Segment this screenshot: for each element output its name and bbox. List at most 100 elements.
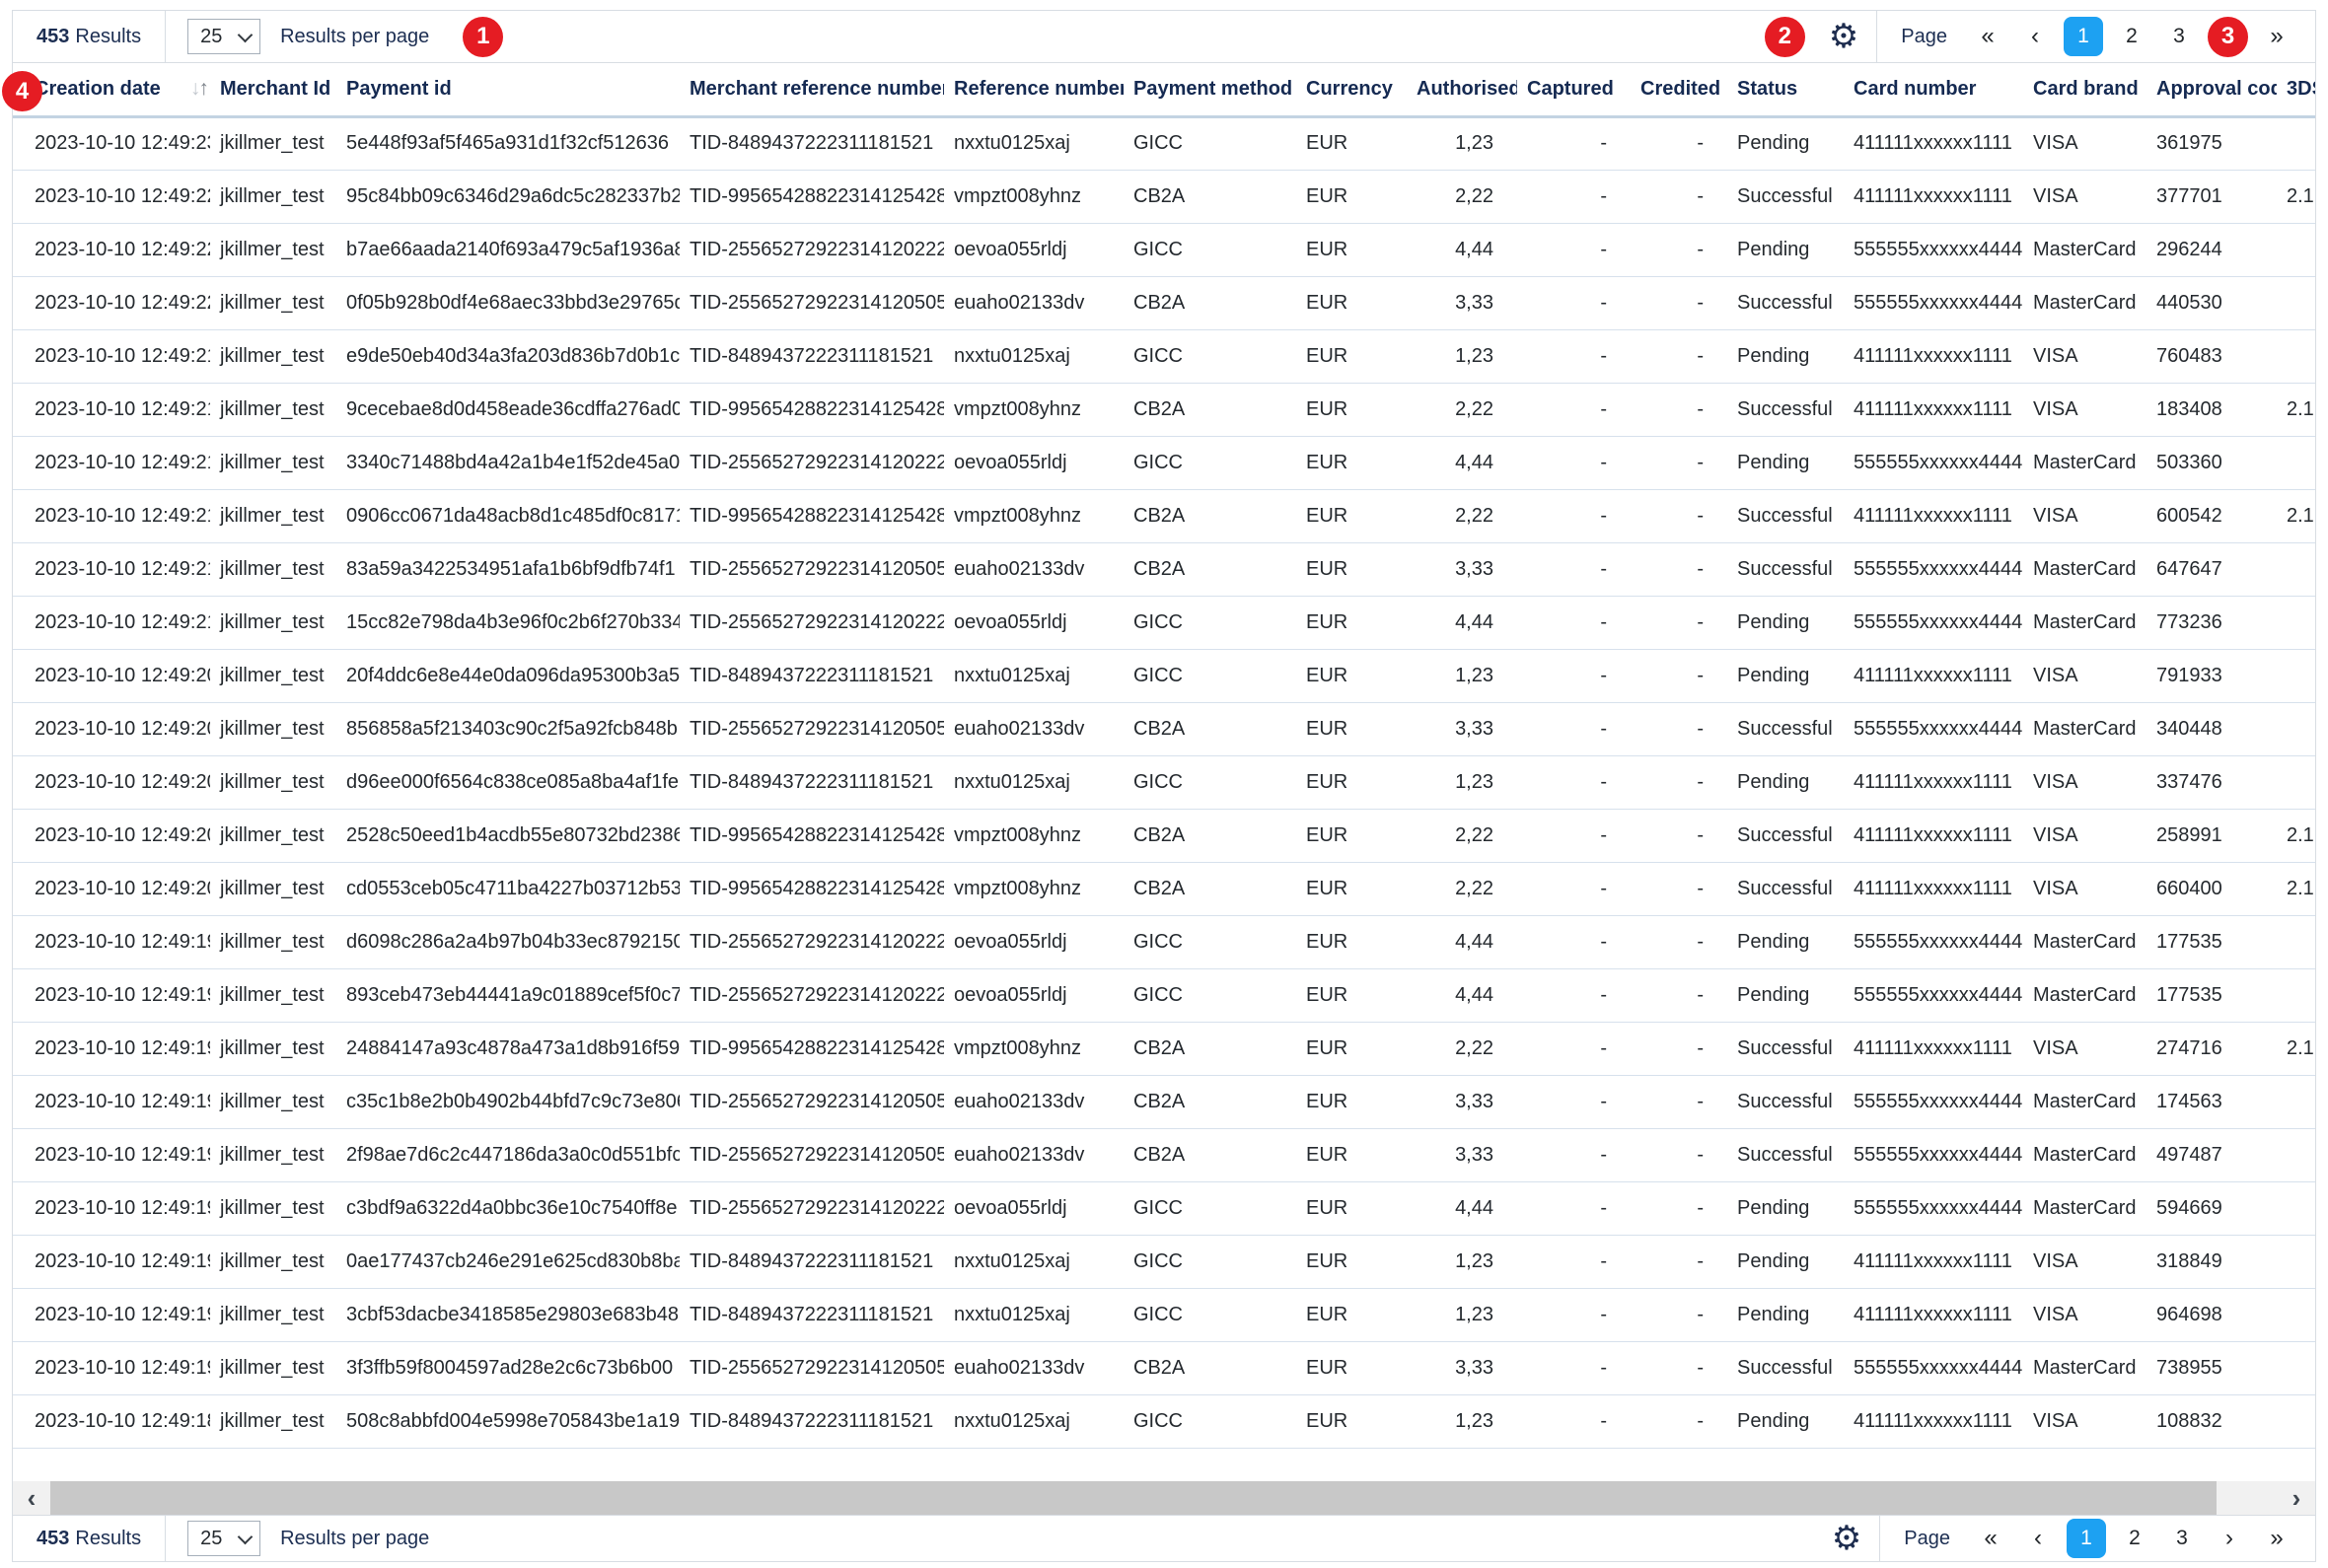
cell-card-brand: VISA bbox=[2023, 755, 2146, 809]
page-number-button-1[interactable]: 1 bbox=[2067, 1519, 2106, 1558]
cell-creation-date: 2023-10-10 12:49:21 bbox=[13, 436, 210, 489]
table-row[interactable]: 2023-10-10 12:49:21jkillmer_test9cecebae… bbox=[13, 383, 2315, 436]
page-number-button-1[interactable]: 1 bbox=[2064, 17, 2103, 56]
cell-payment-id: 5e448f93af5f465a931d1f32cf512636 bbox=[336, 116, 680, 170]
page-prev-button[interactable]: ‹ bbox=[2019, 1519, 2057, 1558]
table-row[interactable]: 2023-10-10 12:49:19jkillmer_test0ae17743… bbox=[13, 1235, 2315, 1288]
scrollbar-track[interactable] bbox=[2217, 1481, 2278, 1515]
cell-payment-method: GICC bbox=[1124, 116, 1296, 170]
cell-status: Successful bbox=[1727, 383, 1844, 436]
cell-card-brand: VISA bbox=[2023, 383, 2146, 436]
cell-reference-number: oevoa055rldj bbox=[944, 223, 1124, 276]
cell-authorised: 2,22 bbox=[1407, 489, 1517, 542]
cell-3ds bbox=[2277, 1235, 2315, 1288]
cell-payment-method: GICC bbox=[1124, 1288, 1296, 1341]
table-row[interactable]: 2023-10-10 12:49:21jkillmer_test15cc82e7… bbox=[13, 596, 2315, 649]
cell-currency: EUR bbox=[1296, 116, 1407, 170]
cell-card-brand: VISA bbox=[2023, 1235, 2146, 1288]
cell-authorised: 3,33 bbox=[1407, 702, 1517, 755]
table-row[interactable]: 2023-10-10 12:49:21jkillmer_teste9de50eb… bbox=[13, 329, 2315, 383]
cell-reference-number: nxxtu0125xaj bbox=[944, 649, 1124, 702]
sort-icons[interactable]: ↓↑ bbox=[190, 77, 207, 101]
page-next-button[interactable]: › bbox=[2211, 1519, 2248, 1558]
page-first-button[interactable]: « bbox=[1972, 1519, 2009, 1558]
table-row[interactable]: 2023-10-10 12:49:19jkillmer_test3cbf53da… bbox=[13, 1288, 2315, 1341]
scroll-right-icon[interactable]: › bbox=[2278, 1481, 2315, 1515]
table-row[interactable]: 2023-10-10 12:49:20jkillmer_testcd0553ce… bbox=[13, 862, 2315, 915]
table-row[interactable]: 2023-10-10 12:49:20jkillmer_test2528c50e… bbox=[13, 809, 2315, 862]
cell-payment-id: c35c1b8e2b0b4902b44bfd7c9c73e806 bbox=[336, 1075, 680, 1128]
cell-captured: - bbox=[1517, 968, 1631, 1022]
table-row[interactable]: 2023-10-10 12:49:19jkillmer_test2f98ae7d… bbox=[13, 1128, 2315, 1181]
cell-currency: EUR bbox=[1296, 436, 1407, 489]
table-row[interactable]: 2023-10-10 12:49:21jkillmer_test3340c714… bbox=[13, 436, 2315, 489]
cell-credited: - bbox=[1631, 489, 1727, 542]
scrollbar-thumb[interactable] bbox=[50, 1481, 2217, 1515]
results-per-page-select[interactable]: 25 bbox=[187, 19, 260, 54]
table-row[interactable]: 2023-10-10 12:49:20jkillmer_test856858a5… bbox=[13, 702, 2315, 755]
cell-reference-number: nxxtu0125xaj bbox=[944, 1394, 1124, 1448]
cell-approval-code: 258991 bbox=[2146, 809, 2277, 862]
table-row[interactable]: 2023-10-10 12:49:22jkillmer_test95c84bb0… bbox=[13, 170, 2315, 223]
cell-card-number: 411111xxxxxx1111 bbox=[1844, 116, 2023, 170]
table-row[interactable]: 2023-10-10 12:49:19jkillmer_testc35c1b8e… bbox=[13, 1075, 2315, 1128]
page-number-button-2[interactable]: 2 bbox=[2116, 1519, 2153, 1558]
cell-approval-code: 791933 bbox=[2146, 649, 2277, 702]
results-per-page-select-bottom[interactable]: 25 bbox=[187, 1521, 260, 1556]
cell-3ds: 2.1. bbox=[2277, 862, 2315, 915]
cell-payment-method: GICC bbox=[1124, 968, 1296, 1022]
cell-credited: - bbox=[1631, 862, 1727, 915]
annotation-badge-3: 3 bbox=[2208, 17, 2248, 57]
cell-captured: - bbox=[1517, 1341, 1631, 1394]
table-row[interactable]: 2023-10-10 12:49:20jkillmer_test20f4ddc6… bbox=[13, 649, 2315, 702]
cell-payment-id: 2f98ae7d6c2c447186da3a0c0d551bfc bbox=[336, 1128, 680, 1181]
column-header-creation-date[interactable]: Creation date↓↑ bbox=[13, 63, 210, 116]
column-header-label: Authorised bbox=[1417, 78, 1517, 100]
table-row[interactable]: 2023-10-10 12:49:21jkillmer_test0906cc06… bbox=[13, 489, 2315, 542]
table-row[interactable]: 2023-10-10 12:49:20jkillmer_testd96ee000… bbox=[13, 755, 2315, 809]
cell-payment-id: 83a59a3422534951afa1b6bf9dfb74f1 bbox=[336, 542, 680, 596]
table-row[interactable]: 2023-10-10 12:49:21jkillmer_test83a59a34… bbox=[13, 542, 2315, 596]
cell-approval-code: 108832 bbox=[2146, 1394, 2277, 1448]
table-row[interactable]: 2023-10-10 12:49:23jkillmer_test5e448f93… bbox=[13, 116, 2315, 170]
table-row[interactable]: 2023-10-10 12:49:22jkillmer_test0f05b928… bbox=[13, 276, 2315, 329]
cell-payment-method: GICC bbox=[1124, 1394, 1296, 1448]
table-row[interactable]: 2023-10-10 12:49:22jkillmer_testb7ae66aa… bbox=[13, 223, 2315, 276]
column-header-authorised: Authorised bbox=[1407, 63, 1517, 116]
cell-merchant-id: jkillmer_test bbox=[210, 755, 336, 809]
scroll-left-icon[interactable]: ‹ bbox=[13, 1481, 50, 1515]
cell-merchant-reference-number: TID-8489437222311181521 bbox=[680, 1235, 944, 1288]
page-number-button-2[interactable]: 2 bbox=[2113, 17, 2150, 56]
page-prev-button[interactable]: ‹ bbox=[2016, 17, 2054, 56]
cell-payment-method: CB2A bbox=[1124, 1128, 1296, 1181]
cell-approval-code: 503360 bbox=[2146, 436, 2277, 489]
page-number-button-3[interactable]: 3 bbox=[2160, 17, 2198, 56]
top-toolbar: 453 Results 25 Results per page 1 2 ⚙ Pa… bbox=[13, 11, 2315, 63]
page-last-button[interactable]: » bbox=[2258, 17, 2295, 56]
cell-credited: - bbox=[1631, 223, 1727, 276]
column-header-payment-method: Payment method bbox=[1124, 63, 1296, 116]
cell-reference-number: vmpzt008yhnz bbox=[944, 862, 1124, 915]
table-row[interactable]: 2023-10-10 12:49:19jkillmer_test893ceb47… bbox=[13, 968, 2315, 1022]
table-row[interactable]: 2023-10-10 12:49:19jkillmer_testc3bdf9a6… bbox=[13, 1181, 2315, 1235]
gear-icon[interactable]: ⚙ bbox=[1819, 20, 1876, 53]
table-row[interactable]: 2023-10-10 12:49:19jkillmer_testd6098c28… bbox=[13, 915, 2315, 968]
cell-currency: EUR bbox=[1296, 329, 1407, 383]
cell-payment-method: GICC bbox=[1124, 1235, 1296, 1288]
table-row[interactable]: 2023-10-10 12:49:19jkillmer_test24884147… bbox=[13, 1022, 2315, 1075]
table-row[interactable]: 2023-10-10 12:49:18jkillmer_test508c8abb… bbox=[13, 1394, 2315, 1448]
cell-card-brand: VISA bbox=[2023, 489, 2146, 542]
column-header-approval-code: Approval code bbox=[2146, 63, 2277, 116]
page-last-button[interactable]: » bbox=[2258, 1519, 2295, 1558]
gear-icon[interactable]: ⚙ bbox=[1822, 1522, 1879, 1555]
page-first-button[interactable]: « bbox=[1969, 17, 2006, 56]
column-header-card-brand: Card brand bbox=[2023, 63, 2146, 116]
cell-payment-id: 856858a5f213403c90c2f5a92fcb848b bbox=[336, 702, 680, 755]
cell-authorised: 4,44 bbox=[1407, 596, 1517, 649]
table-row[interactable]: 2023-10-10 12:49:19jkillmer_test3f3ffb59… bbox=[13, 1341, 2315, 1394]
cell-creation-date: 2023-10-10 12:49:19 bbox=[13, 1341, 210, 1394]
page-number-button-3[interactable]: 3 bbox=[2163, 1519, 2201, 1558]
cell-payment-method: GICC bbox=[1124, 596, 1296, 649]
cell-card-brand: VISA bbox=[2023, 1394, 2146, 1448]
cell-authorised: 2,22 bbox=[1407, 862, 1517, 915]
